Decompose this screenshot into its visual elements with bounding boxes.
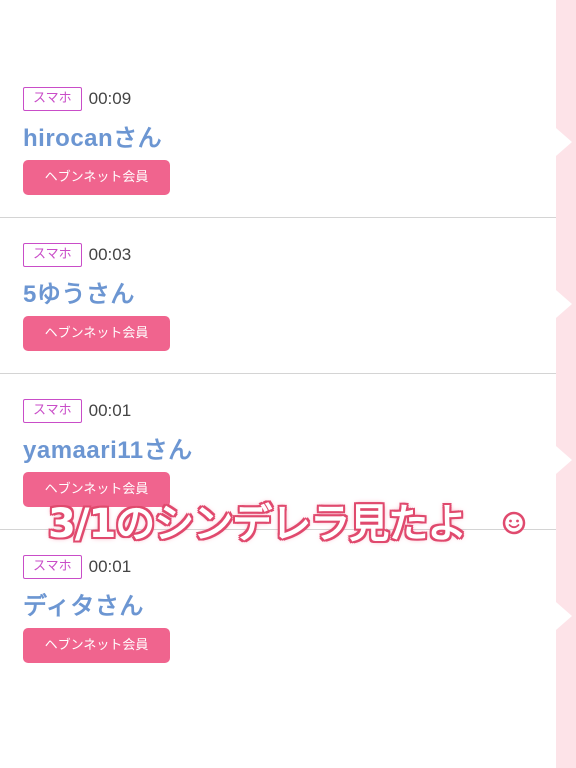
visitor-name[interactable]: hirocanさん: [23, 118, 162, 153]
device-tag: スマホ: [23, 554, 82, 579]
visitor-list: スマホ 00:09 hirocanさん ヘブンネット会員 スマホ 00:03 5…: [0, 0, 556, 768]
scallop-decoration: [556, 290, 572, 318]
device-tag: スマホ: [23, 86, 82, 111]
visit-time: 00:03: [88, 244, 132, 264]
visit-time: 00:01: [88, 400, 132, 420]
scallop-decoration: [556, 446, 572, 474]
visitor-entry[interactable]: スマホ 00:03 5ゆうさん ヘブンネット会員: [0, 218, 556, 374]
visit-time: 00:01: [88, 556, 132, 576]
scallop-decoration: [556, 128, 572, 156]
visitor-name[interactable]: ディタさん: [23, 586, 144, 621]
visit-time: 00:09: [88, 88, 132, 108]
member-badge: ヘブンネット会員: [23, 316, 170, 351]
visitor-meta: スマホ 00:09: [23, 86, 131, 111]
overlay-caption: 3/1のシンデレラ見たよ: [48, 501, 467, 547]
side-decoration: [556, 0, 576, 768]
visitor-meta: スマホ 00:01: [23, 554, 131, 579]
device-tag: スマホ: [23, 242, 82, 267]
visitor-name[interactable]: 5ゆうさん: [23, 274, 135, 309]
visitor-name[interactable]: yamaari11さん: [23, 430, 193, 465]
visitor-entry[interactable]: スマホ 00:09 hirocanさん ヘブンネット会員: [0, 62, 556, 218]
visitor-meta: スマホ 00:01: [23, 398, 131, 423]
smile-icon: [502, 511, 526, 535]
member-badge: ヘブンネット会員: [23, 628, 170, 663]
device-tag: スマホ: [23, 398, 82, 423]
scallop-decoration: [556, 602, 572, 630]
visitor-meta: スマホ 00:03: [23, 242, 131, 267]
member-badge: ヘブンネット会員: [23, 160, 170, 195]
visitor-entry[interactable]: スマホ 00:01 ディタさん ヘブンネット会員: [0, 530, 556, 686]
